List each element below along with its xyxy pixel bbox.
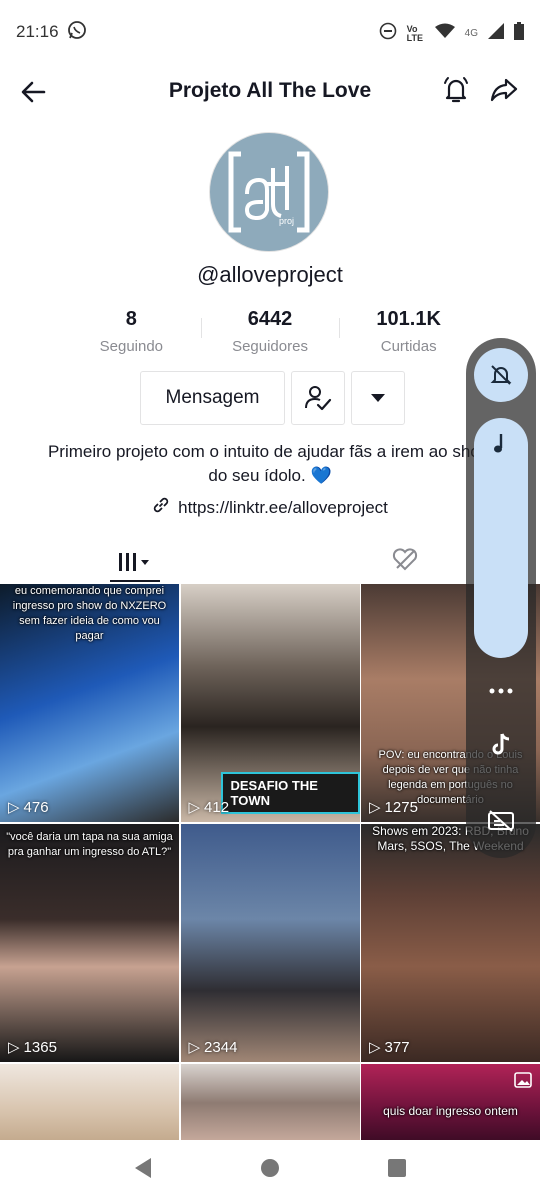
signal-icon <box>488 23 504 44</box>
photo-icon <box>514 1072 532 1093</box>
play-icon: ▷ <box>8 799 20 816</box>
svg-text:proj: proj <box>279 216 294 226</box>
ringer-toggle[interactable] <box>474 348 528 402</box>
more-options-button[interactable] <box>351 371 405 425</box>
view-count-value: 377 <box>384 1038 410 1056</box>
profile-actions: Mensagem <box>140 371 405 425</box>
user-check-icon <box>305 386 332 411</box>
share-icon[interactable] <box>488 74 520 106</box>
volume-panel <box>466 338 536 858</box>
notification-bell-icon[interactable] <box>440 74 472 106</box>
view-count-value: 476 <box>23 798 49 816</box>
tab-liked[interactable] <box>390 544 422 576</box>
stat-value: 6442 <box>247 308 293 330</box>
following-button[interactable] <box>291 371 345 425</box>
status-bar: 21:16 Vo LTE 4G <box>0 0 540 64</box>
video-thumbnail[interactable] <box>180 1064 360 1142</box>
view-count-value: 2344 <box>204 1038 238 1056</box>
view-count: ▷ 1365 <box>8 1038 57 1057</box>
back-arrow-icon[interactable] <box>18 76 50 108</box>
whatsapp-icon <box>67 20 87 45</box>
back-triangle-icon[interactable] <box>133 1157 153 1184</box>
home-circle-icon[interactable] <box>260 1158 280 1183</box>
video-grid-row: quis doar ingresso ontem <box>0 1064 540 1142</box>
bell-off-icon <box>490 365 512 385</box>
live-caption-icon[interactable] <box>474 794 528 848</box>
video-caption: "você daria um tapa na sua amiga pra gan… <box>6 831 173 858</box>
link-text: https://linktr.ee/alloveproject <box>178 497 388 517</box>
video-caption: eu comemorando que comprei ingresso pro … <box>12 585 167 642</box>
profile-bio: Primeiro projeto com o intuito de ajudar… <box>47 442 493 485</box>
view-count: ▷ 476 <box>8 798 49 817</box>
battery-icon <box>514 22 524 45</box>
stat-followers[interactable]: 6442 Seguidores <box>200 306 340 355</box>
stat-label: Curtidas <box>380 338 437 355</box>
stat-likes[interactable]: 101.1K Curtidas <box>339 306 478 355</box>
view-count: ▷ 412 <box>188 798 230 817</box>
video-thumbnail[interactable]: DESAFIO THE TOWN ▷ 412 <box>180 584 360 822</box>
grid-icon <box>119 553 149 571</box>
video-thumbnail[interactable]: ▷ 2344 <box>180 824 360 1062</box>
video-grid: eu comemorando que comprei ingresso pro … <box>0 584 540 1062</box>
network-label: 4G <box>464 28 478 39</box>
recents-square-icon[interactable] <box>387 1158 407 1183</box>
view-count-value: 1365 <box>23 1038 57 1056</box>
wifi-icon <box>434 23 455 44</box>
video-thumbnail[interactable]: "você daria um tapa na sua amiga pra gan… <box>0 824 179 1062</box>
stat-value: 101.1K <box>376 308 441 330</box>
music-note-icon <box>494 434 503 453</box>
view-count-value: 1275 <box>384 798 418 816</box>
view-count-value: 412 <box>204 798 230 816</box>
page-title: Projeto All The Love <box>168 79 372 102</box>
media-volume-slider[interactable] <box>474 418 528 658</box>
play-icon: ▷ <box>188 1039 201 1056</box>
do-not-disturb-icon <box>379 22 397 45</box>
tiktok-icon <box>474 726 528 762</box>
profile-tabs <box>0 540 540 582</box>
username: @alloveproject <box>197 262 343 287</box>
message-button[interactable]: Mensagem <box>140 371 285 425</box>
video-thumbnail[interactable]: quis doar ingresso ontem <box>361 1064 540 1142</box>
more-icon[interactable] <box>474 676 528 706</box>
view-count: ▷ 1275 <box>369 798 418 817</box>
status-icons: Vo LTE 4G <box>379 22 524 45</box>
stat-value: 8 <box>125 308 137 330</box>
stat-label: Seguindo <box>99 338 164 355</box>
play-icon: ▷ <box>8 1039 20 1056</box>
video-thumbnail[interactable] <box>0 1064 179 1142</box>
profile-stats: 8 Seguindo 6442 Seguidores 101.1K Curtid… <box>62 306 478 355</box>
play-icon: ▷ <box>369 799 381 816</box>
video-thumbnail[interactable]: eu comemorando que comprei ingresso pro … <box>0 584 179 822</box>
play-icon: ▷ <box>188 799 201 816</box>
video-banner: DESAFIO THE TOWN <box>220 772 360 814</box>
tab-videos[interactable] <box>110 544 160 582</box>
profile-header: Projeto All The Love <box>0 64 540 118</box>
video-caption: quis doar ingresso ontem <box>383 1104 518 1118</box>
status-time: 21:16 <box>16 22 59 41</box>
volte-label: Vo LTE <box>406 23 423 43</box>
view-count: ▷ 2344 <box>188 1038 238 1057</box>
view-count: ▷ 377 <box>369 1038 410 1057</box>
stat-following[interactable]: 8 Seguindo <box>62 306 201 355</box>
video-thumbnail[interactable]: Shows em 2023: RBD, Bruno Mars, 5SOS, Th… <box>361 824 540 1062</box>
play-icon: ▷ <box>369 1039 381 1056</box>
stat-label: Seguidores <box>232 338 308 355</box>
system-nav-bar <box>0 1140 540 1200</box>
avatar[interactable]: proj <box>209 132 329 252</box>
profile-link[interactable]: https://linktr.ee/alloveproject <box>0 496 540 519</box>
hidden-heart-icon <box>392 548 418 571</box>
caret-down-icon <box>371 394 385 402</box>
link-icon <box>152 496 170 519</box>
atl-logo-icon: proj <box>228 151 310 233</box>
